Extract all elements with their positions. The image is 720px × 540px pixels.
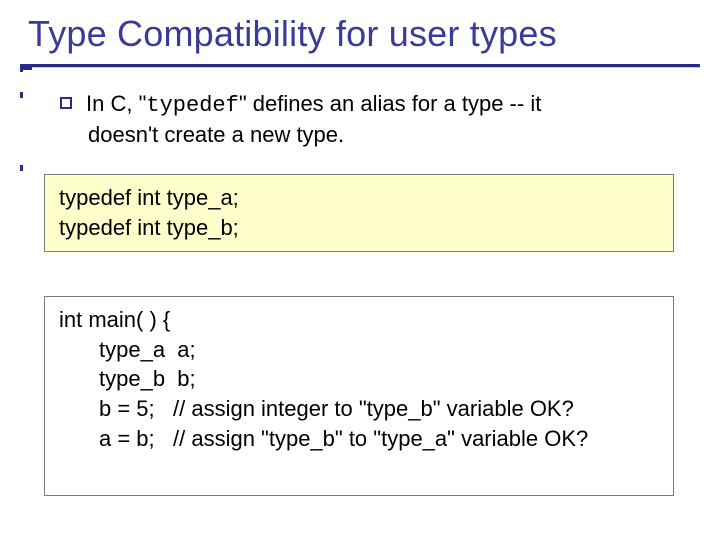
bullet-text-code: typedef <box>146 93 238 118</box>
rule-tick-icon <box>20 165 23 171</box>
code-line: typedef int type_b; <box>59 213 659 243</box>
code-line: a = b; // assign "type_b" to "type_a" va… <box>59 424 659 454</box>
rule-tick-icon <box>20 64 23 72</box>
code-line: b = 5; // assign integer to "type_b" var… <box>59 394 659 424</box>
bullet-text-line2: doesn't create a new type. <box>88 121 660 150</box>
code-line: typedef int type_a; <box>59 183 659 213</box>
code-line: type_a a; <box>59 335 659 365</box>
square-bullet-icon <box>60 97 72 109</box>
code-box-typedefs: typedef int type_a; typedef int type_b; <box>44 174 674 252</box>
code-line: int main( ) { <box>59 305 659 335</box>
bullet-text-post: " defines an alias for a type -- it <box>239 91 542 116</box>
bullet-text-pre: In C, " <box>86 91 146 116</box>
bullet-paragraph: In C, "typedef" defines an alias for a t… <box>60 90 660 149</box>
code-line: type_b b; <box>59 364 659 394</box>
code-box-main: int main( ) { type_a a; type_b b; b = 5;… <box>44 296 674 496</box>
title-underline-light <box>20 67 700 68</box>
slide: Type Compatibility for user types In C, … <box>0 0 720 540</box>
slide-title: Type Compatibility for user types <box>28 14 557 54</box>
rule-tick-icon <box>20 92 23 98</box>
